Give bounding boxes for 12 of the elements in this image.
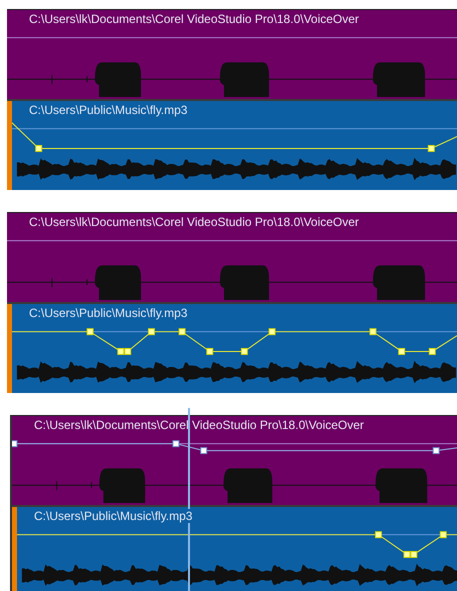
audio-track[interactable]: C:\Users\Public\Music\fly.mp3 (7, 101, 457, 190)
track-title: C:\Users\Public\Music\fly.mp3 (29, 306, 188, 320)
audio-track[interactable]: C:\Users\lk\Documents\Corel VideoStudio Pro\18.0\VoiceOver (12, 416, 457, 505)
track-title: C:\Users\Public\Music\fly.mp3 (34, 509, 192, 523)
audio-track[interactable]: C:\Users\Public\Music\fly.mp3 (7, 304, 457, 393)
track-title: C:\Users\lk\Documents\Corel VideoStudio Pro\18.0\VoiceOver (29, 12, 359, 26)
audio-track[interactable]: C:\Users\lk\Documents\Corel VideoStudio Pro\18.0\VoiceOver (7, 10, 457, 99)
track-title: C:\Users\Public\Music\fly.mp3 (29, 103, 188, 117)
audio-track[interactable]: C:\Users\lk\Documents\Corel VideoStudio Pro\18.0\VoiceOver (7, 213, 457, 302)
audio-track[interactable]: C:\Users\Public\Music\fly.mp3 (12, 507, 457, 591)
track-title: C:\Users\lk\Documents\Corel VideoStudio Pro\18.0\VoiceOver (34, 418, 364, 432)
track-title: C:\Users\lk\Documents\Corel VideoStudio Pro\18.0\VoiceOver (29, 215, 359, 229)
